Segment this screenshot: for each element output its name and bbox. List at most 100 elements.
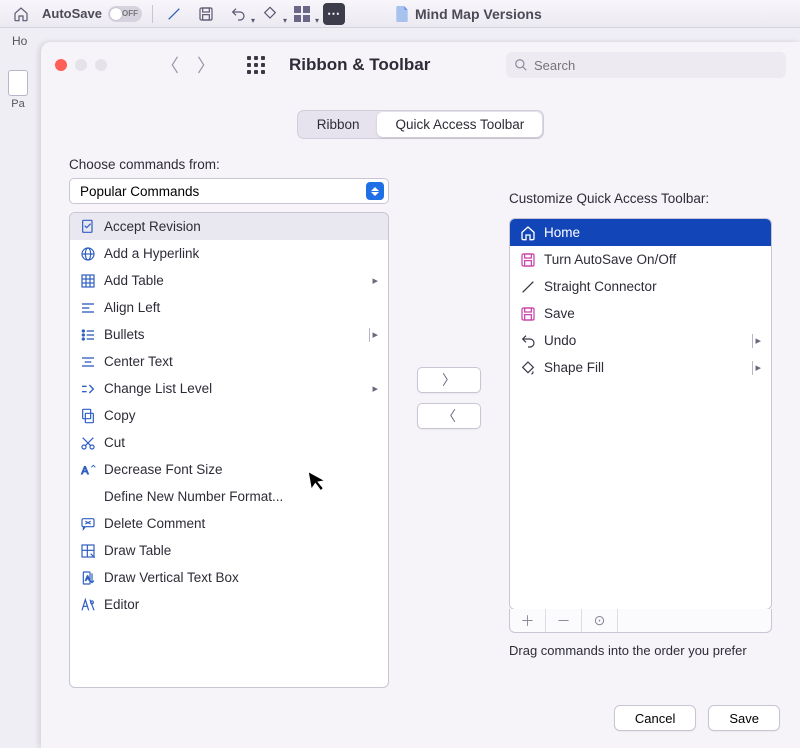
qat-commands-list[interactable]: Home Turn AutoSave On/Off Straight Connect… — [509, 218, 772, 610]
accept-icon — [80, 219, 96, 235]
drag-hint: Drag commands into the order you prefer — [509, 643, 772, 658]
customize-qat-label: Customize Quick Access Toolbar: — [509, 191, 772, 206]
command-label: Editor — [104, 597, 139, 612]
command-label: Draw Vertical Text Box — [104, 570, 239, 585]
document-title: Mind Map Versions — [395, 6, 542, 22]
submenu-split-arrow-icon: ▸ — [369, 328, 378, 342]
available-commands-list[interactable]: Accept Revision Add a Hyperlink Add Table ▸… — [69, 212, 389, 688]
command-editor[interactable]: Editor — [70, 591, 388, 618]
autosave-switch[interactable]: OFF — [108, 6, 142, 22]
command-label: Cut — [104, 435, 125, 450]
command-align-left[interactable]: Align Left — [70, 294, 388, 321]
seg-qat[interactable]: Quick Access Toolbar — [377, 112, 542, 137]
undo-icon[interactable]: ▾ — [227, 3, 249, 25]
home-icon[interactable] — [10, 3, 32, 25]
home-tab[interactable]: Ho — [4, 32, 35, 50]
nav-arrows: 〈 〉 — [161, 52, 215, 78]
left-column: Choose commands from: Popular Commands A… — [69, 157, 389, 688]
seg-ribbon[interactable]: Ribbon — [299, 112, 378, 137]
save-icon[interactable] — [195, 3, 217, 25]
command-label: Save — [544, 306, 575, 321]
more-button[interactable]: ⋯ — [323, 3, 345, 25]
commands-source-combo[interactable]: Popular Commands — [69, 178, 389, 204]
add-item-button[interactable]: ＋ — [510, 609, 546, 632]
command-home[interactable]: Home — [510, 219, 771, 246]
search-input[interactable] — [534, 58, 778, 73]
command-label: Add Table — [104, 273, 164, 288]
submenu-arrow-icon: ▸ — [372, 274, 378, 287]
command-accept-revision[interactable]: Accept Revision — [70, 213, 388, 240]
search-field[interactable] — [506, 52, 786, 78]
right-column: Customize Quick Access Toolbar: Home Turn… — [509, 157, 772, 688]
shapefill-icon[interactable]: ▾ — [259, 3, 281, 25]
command-label: Change List Level — [104, 381, 212, 396]
table-grid-icon[interactable]: ▾ — [291, 3, 313, 25]
svg-text:A: A — [81, 465, 89, 477]
command-bullets[interactable]: Bullets ▸ — [70, 321, 388, 348]
command-shape-fill[interactable]: Shape Fill▸ — [510, 354, 771, 381]
command-copy[interactable]: Copy — [70, 402, 388, 429]
command-straight-connector[interactable]: Straight Connector — [510, 273, 771, 300]
nav-forward-icon[interactable]: 〉 — [197, 52, 215, 78]
command-add-table[interactable]: Add Table ▸ — [70, 267, 388, 294]
command-add-a-hyperlink[interactable]: Add a Hyperlink — [70, 240, 388, 267]
bullets-icon — [80, 327, 96, 343]
command-label: Home — [544, 225, 580, 240]
modal-footer: Cancel Save — [41, 688, 800, 748]
command-label: Turn AutoSave On/Off — [544, 252, 676, 267]
ribbon-toolbar-prefs-window: 〈 〉 Ribbon & Toolbar Ribbon Quick Access… — [41, 42, 800, 748]
submenu-arrow-icon: ▸ — [372, 382, 378, 395]
autosave-toggle[interactable]: AutoSave OFF — [42, 6, 142, 22]
command-label: Straight Connector — [544, 279, 657, 294]
command-label: Draw Table — [104, 543, 171, 558]
command-define-new-number-format-[interactable]: Define New Number Format... — [70, 483, 388, 510]
command-decrease-font-size[interactable]: A Decrease Font Size — [70, 456, 388, 483]
command-label: Copy — [104, 408, 136, 423]
command-draw-vertical-text-box[interactable]: ADraw Vertical Text Box — [70, 564, 388, 591]
zoom-icon — [95, 59, 107, 71]
combo-value: Popular Commands — [80, 184, 199, 199]
cancel-button[interactable]: Cancel — [614, 705, 696, 731]
more-options-button[interactable]: ⊙ — [582, 609, 618, 632]
home-icon — [520, 225, 536, 241]
command-label: Decrease Font Size — [104, 462, 223, 477]
apps-grid-icon[interactable] — [247, 56, 265, 74]
align-left-icon — [80, 300, 96, 316]
command-label: Shape Fill — [544, 360, 604, 375]
command-undo[interactable]: Undo▸ — [510, 327, 771, 354]
table-icon — [80, 273, 96, 289]
app-toolbar: AutoSave OFF ▾ ▾ ▾ ⋯ Mind Map Versions — [0, 0, 800, 28]
command-label: Align Left — [104, 300, 160, 315]
command-center-text[interactable]: Center Text — [70, 348, 388, 375]
add-command-button[interactable]: 〉 — [417, 367, 481, 393]
nav-back-icon[interactable]: 〈 — [161, 52, 179, 78]
delcomment-icon — [80, 516, 96, 532]
command-label: Add a Hyperlink — [104, 246, 199, 261]
transfer-buttons: 〉 〈 — [389, 157, 509, 688]
listlevel-icon — [80, 381, 96, 397]
link-icon — [80, 246, 96, 262]
editor-icon — [80, 597, 96, 613]
window-controls — [55, 59, 107, 71]
remove-command-button[interactable]: 〈 — [417, 403, 481, 429]
command-save[interactable]: Save — [510, 300, 771, 327]
command-cut[interactable]: Cut — [70, 429, 388, 456]
command-label: Delete Comment — [104, 516, 205, 531]
drawtable-icon — [80, 543, 96, 559]
command-change-list-level[interactable]: Change List Level ▸ — [70, 375, 388, 402]
command-label: Center Text — [104, 354, 173, 369]
save-button[interactable]: Save — [708, 705, 780, 731]
command-turn-autosave-on-off[interactable]: Turn AutoSave On/Off — [510, 246, 771, 273]
connector-icon[interactable] — [163, 3, 185, 25]
close-icon[interactable] — [55, 59, 67, 71]
autosave-label: AutoSave — [42, 6, 102, 21]
submenu-split-arrow-icon: ▸ — [752, 334, 761, 348]
copy-icon — [80, 408, 96, 424]
command-draw-table[interactable]: Draw Table — [70, 537, 388, 564]
fontdec-icon: A — [80, 462, 96, 478]
remove-item-button[interactable]: － — [546, 609, 582, 632]
command-label: Bullets — [104, 327, 145, 342]
chevron-updown-icon — [366, 182, 384, 200]
divider — [152, 5, 153, 23]
command-delete-comment[interactable]: Delete Comment — [70, 510, 388, 537]
